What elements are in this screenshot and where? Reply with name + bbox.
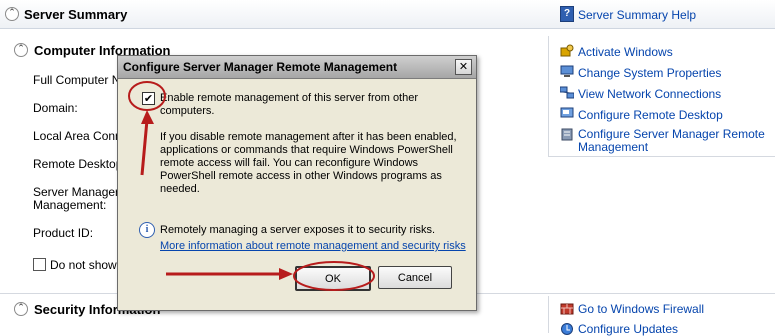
checkbox-arrow-head — [141, 110, 154, 124]
checkbox-arrow-line — [140, 119, 149, 176]
ok-highlight-circle — [293, 261, 375, 291]
annotation-overlay — [128, 81, 375, 291]
checkbox-highlight-circle — [128, 81, 166, 111]
ok-arrow-head — [279, 268, 293, 280]
